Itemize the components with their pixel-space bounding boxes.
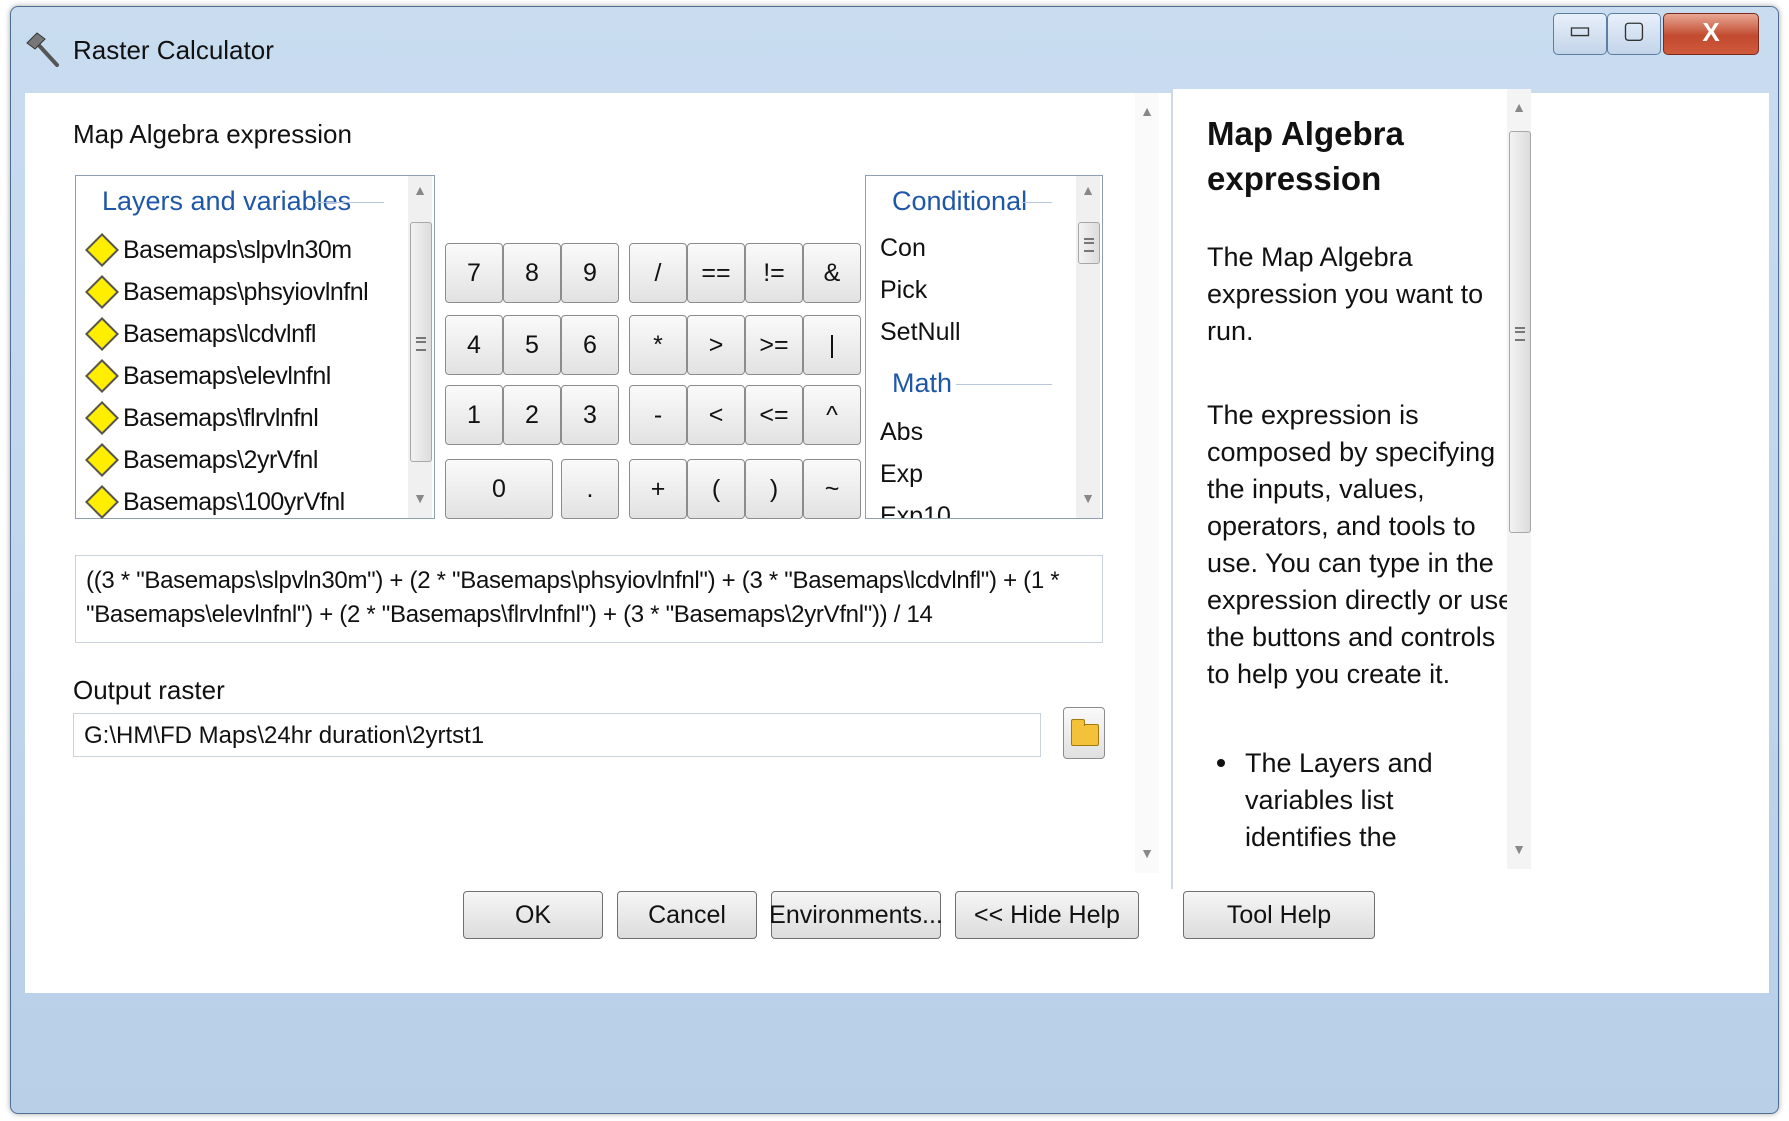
maximize-icon: ▢: [1622, 17, 1646, 44]
key-equal[interactable]: ==: [687, 243, 745, 303]
environments-button[interactable]: Environments...: [769, 891, 943, 939]
key-multiply[interactable]: *: [629, 315, 687, 375]
scroll-down-arrow-icon[interactable]: ▼: [1076, 490, 1100, 506]
ok-button[interactable]: OK: [463, 891, 603, 939]
key-plus[interactable]: +: [629, 459, 687, 519]
cancel-button[interactable]: Cancel: [617, 891, 757, 939]
output-raster-label: Output raster: [73, 675, 225, 705]
browse-button[interactable]: [1063, 707, 1105, 759]
key-less-equal[interactable]: <=: [745, 385, 803, 445]
layers-scrollbar[interactable]: ▲ ▼: [408, 176, 432, 518]
help-title: Map Algebra expression: [1207, 115, 1404, 197]
tool-item-exp10[interactable]: Exp10: [880, 502, 951, 518]
hide-help-button[interactable]: << Hide Help: [955, 891, 1139, 939]
scroll-thumb[interactable]: [1509, 131, 1531, 533]
key-4[interactable]: 4: [445, 315, 503, 375]
raster-layer-icon: [85, 359, 119, 393]
key-6[interactable]: 6: [561, 315, 619, 375]
raster-calculator-window: Raster Calculator ▭ ▢ X Map Algebra expr…: [10, 6, 1779, 1114]
folder-open-icon: [1071, 719, 1099, 746]
output-raster-input[interactable]: G:\HM\FD Maps\24hr duration\2yrtst1: [73, 713, 1041, 757]
help-scrollbar[interactable]: ▲ ▼: [1507, 89, 1531, 869]
raster-layer-icon: [85, 485, 119, 519]
key-1[interactable]: 1: [445, 385, 503, 445]
conditional-group-header: Conditional: [892, 186, 1028, 216]
scroll-down-arrow-icon[interactable]: ▼: [1135, 845, 1159, 861]
group-divider: [314, 202, 384, 203]
key-5[interactable]: 5: [503, 315, 561, 375]
scroll-up-arrow-icon[interactable]: ▲: [1076, 182, 1100, 198]
close-icon: X: [1702, 17, 1720, 47]
minimize-button[interactable]: ▭: [1553, 13, 1607, 55]
key-xor[interactable]: ^: [803, 385, 861, 445]
hammer-icon: [26, 32, 59, 67]
grip-icon: [1084, 238, 1094, 252]
scroll-thumb[interactable]: [1078, 222, 1100, 264]
tool-item-abs[interactable]: Abs: [880, 418, 923, 447]
key-7[interactable]: 7: [445, 243, 503, 303]
scroll-thumb[interactable]: [410, 222, 432, 462]
group-divider: [956, 384, 1052, 385]
grip-icon: [1515, 327, 1525, 341]
scroll-down-arrow-icon[interactable]: ▼: [408, 490, 432, 506]
tools-scrollbar[interactable]: ▲ ▼: [1076, 176, 1100, 518]
key-8[interactable]: 8: [503, 243, 561, 303]
title-bar: Raster Calculator ▭ ▢ X: [11, 7, 1778, 85]
help-paragraph: The expression is composed by specifying…: [1207, 400, 1514, 689]
help-paragraph: The Map Algebra expression you want to r…: [1207, 242, 1484, 346]
help-bullet: The Layers and variables list identifies…: [1217, 745, 1445, 856]
window-title: Raster Calculator: [73, 35, 274, 65]
scroll-up-arrow-icon[interactable]: ▲: [408, 182, 432, 198]
group-divider: [1022, 202, 1052, 203]
raster-layer-icon: [85, 275, 119, 309]
grip-icon: [416, 337, 426, 351]
key-less[interactable]: <: [687, 385, 745, 445]
parameters-scrollbar[interactable]: ▲ ▼: [1135, 93, 1159, 873]
tool-item-con[interactable]: Con: [880, 234, 926, 263]
key-greater-equal[interactable]: >=: [745, 315, 803, 375]
help-panel: Map Algebra expression The Map Algebra e…: [1171, 89, 1531, 889]
key-close-paren[interactable]: ): [745, 459, 803, 519]
maximize-button[interactable]: ▢: [1607, 13, 1661, 55]
key-greater[interactable]: >: [687, 315, 745, 375]
tool-item-exp[interactable]: Exp: [880, 460, 923, 489]
math-group-header: Math: [892, 368, 953, 398]
raster-layer-icon: [85, 401, 119, 435]
bullet-icon: [1217, 759, 1225, 767]
tool-help-button[interactable]: Tool Help: [1183, 891, 1375, 939]
layers-and-variables-list[interactable]: Layers and variables Basemaps\slpvln30m …: [75, 175, 435, 519]
tools-list[interactable]: Conditional Con Pick SetNull Math Abs Ex…: [865, 175, 1103, 519]
parameters-pane: Map Algebra expression Layers and variab…: [25, 93, 1305, 993]
close-button[interactable]: X: [1663, 13, 1759, 55]
key-divide[interactable]: /: [629, 243, 687, 303]
expression-textbox[interactable]: ((3 * "Basemaps\slpvln30m") + (2 * "Base…: [75, 555, 1103, 643]
key-2[interactable]: 2: [503, 385, 561, 445]
raster-layer-icon: [85, 443, 119, 477]
scroll-up-arrow-icon[interactable]: ▲: [1135, 103, 1159, 119]
scroll-up-arrow-icon[interactable]: ▲: [1507, 99, 1531, 115]
map-algebra-expression-label: Map Algebra expression: [73, 119, 352, 149]
key-3[interactable]: 3: [561, 385, 619, 445]
raster-layer-icon: [85, 233, 119, 267]
scroll-down-arrow-icon[interactable]: ▼: [1507, 841, 1531, 857]
key-minus[interactable]: -: [629, 385, 687, 445]
key-0[interactable]: 0: [445, 459, 553, 519]
minimize-icon: ▭: [1568, 17, 1592, 44]
key-9[interactable]: 9: [561, 243, 619, 303]
key-not-equal[interactable]: !=: [745, 243, 803, 303]
dialog-body: Map Algebra expression Layers and variab…: [25, 89, 1769, 993]
tool-item-setnull[interactable]: SetNull: [880, 318, 961, 347]
key-decimal[interactable]: .: [561, 459, 619, 519]
key-or[interactable]: |: [803, 315, 861, 375]
key-not[interactable]: ~: [803, 459, 861, 519]
key-open-paren[interactable]: (: [687, 459, 745, 519]
key-and[interactable]: &: [803, 243, 861, 303]
tool-item-pick[interactable]: Pick: [880, 276, 927, 305]
raster-layer-icon: [85, 317, 119, 351]
